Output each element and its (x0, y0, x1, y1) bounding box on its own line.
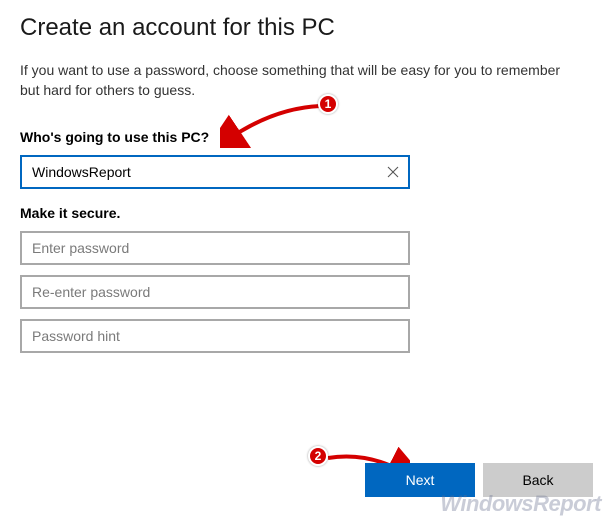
username-label: Who's going to use this PC? (20, 129, 593, 145)
annotation-marker-2: 2 (308, 446, 328, 466)
page-title: Create an account for this PC (20, 14, 593, 42)
reenter-password-input[interactable] (20, 275, 410, 309)
username-input[interactable] (20, 155, 410, 189)
next-button[interactable]: Next (365, 463, 475, 497)
password-input[interactable] (20, 231, 410, 265)
secure-label: Make it secure. (20, 205, 593, 221)
back-button[interactable]: Back (483, 463, 593, 497)
close-icon (386, 165, 400, 179)
page-description: If you want to use a password, choose so… (20, 60, 565, 101)
password-hint-input[interactable] (20, 319, 410, 353)
footer-buttons: Next Back (365, 463, 593, 497)
clear-username-button[interactable] (382, 161, 404, 183)
